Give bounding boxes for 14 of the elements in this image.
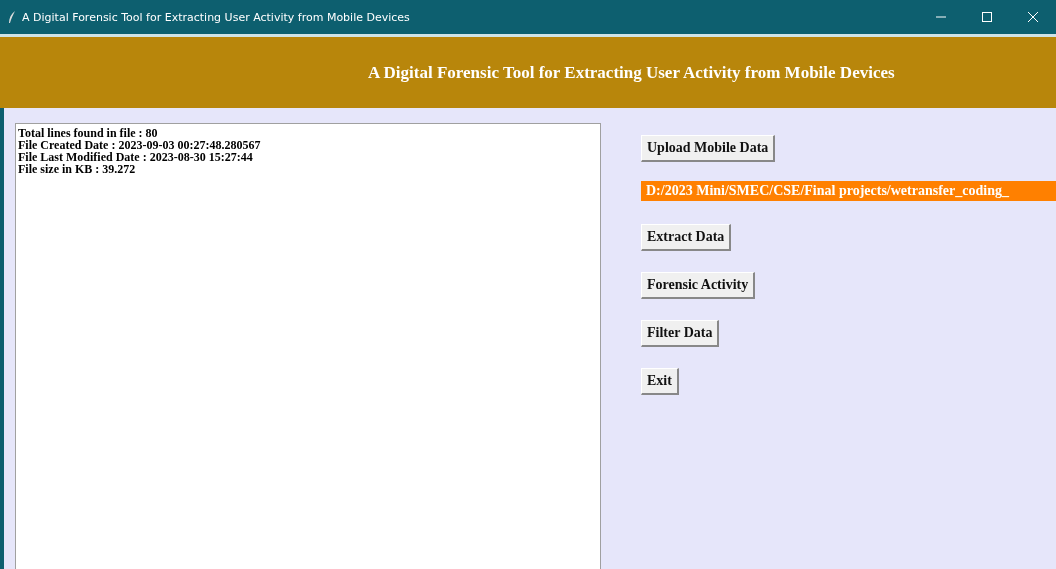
output-line: Total lines found in file : 80 (18, 127, 158, 139)
output-line: File Last Modified Date : 2023-08-30 15:27:44 (18, 151, 253, 163)
action-button[interactable]: Exit (641, 368, 679, 395)
feather-icon (8, 11, 16, 23)
window-title: A Digital Forensic Tool for Extracting User Activity from Mobile Devices (22, 10, 411, 24)
action-button[interactable]: Upload Mobile Data (641, 135, 776, 162)
action-button[interactable]: Filter Data (641, 320, 720, 347)
app-heading: A Digital Forensic Tool for Extracting User Activity from Mobile Devices (368, 62, 895, 83)
action-button[interactable]: Extract Data (641, 224, 732, 251)
output-line: File size in KB : 39.272 (18, 163, 136, 175)
file-path-label: D:/2023 Mini/SMEC/CSE/Final projects/wetransfer_coding_ (641, 181, 1056, 201)
output-text-area[interactable]: Total lines found in file : 80 File Created Date : 2023-09-03 00:27:48.280567 File Last Modified Date : 2023-08-30 15:27:44 File size in KB : 39.272 (15, 123, 601, 569)
output-line: File Created Date : 2023-09-03 00:27:48.280567 (18, 139, 261, 151)
action-button[interactable]: Forensic Activity (641, 272, 756, 299)
